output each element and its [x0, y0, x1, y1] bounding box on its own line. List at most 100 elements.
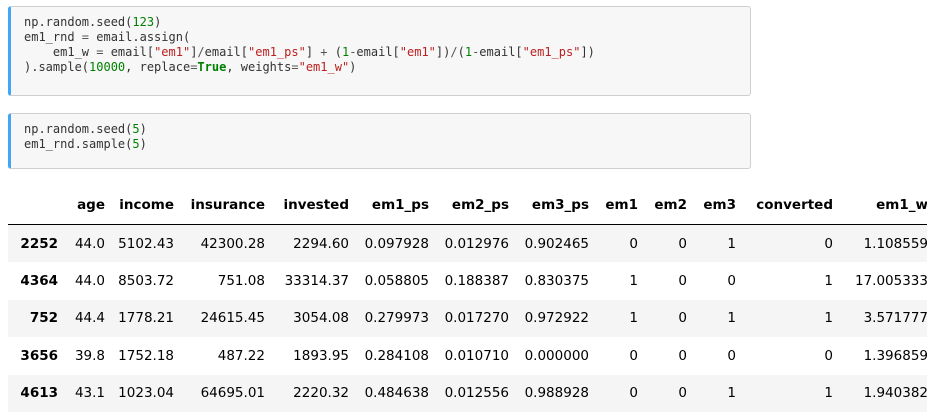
column-header: converted	[741, 186, 838, 225]
table-cell: 0.012976	[444, 235, 509, 252]
table-cell: 1	[629, 310, 638, 327]
code-token: )	[139, 122, 147, 136]
table-cell: 0	[678, 385, 687, 402]
table-row: 3656 39.8 1752.18 487.22 1893.95 0.284108 0.01…	[8, 337, 927, 375]
table-cell: 1	[727, 235, 736, 252]
table-cell: 0.988928	[524, 385, 589, 402]
code-token: email[	[204, 45, 249, 59]
table-cell: 3054.08	[293, 310, 349, 327]
table-cell: 3.571777	[863, 310, 927, 327]
code-token: 10000	[89, 60, 126, 74]
table-cell: 1	[824, 310, 833, 327]
table-row: 4613 43.1 1023.04 64695.01 2220.32 0.484638 0.…	[8, 374, 927, 412]
table-cell: 2294.60	[293, 235, 349, 252]
cell-output: age income insurance invested em1_ps em2_ps em…	[8, 186, 927, 412]
column-header: em2_ps	[434, 186, 514, 225]
code-token: ]	[305, 45, 321, 59]
column-header: em1	[594, 186, 643, 225]
table-cell: 0	[629, 235, 638, 252]
code-token: /	[450, 45, 458, 59]
table-cell: 1778.21	[118, 310, 174, 327]
code-token: )	[154, 15, 162, 29]
code-token: "em1"	[154, 45, 191, 59]
row-index: 4613	[20, 385, 58, 402]
column-header: income	[110, 186, 179, 225]
code-token: 123	[132, 15, 155, 29]
table-cell: 1	[824, 272, 833, 289]
table-cell: 17.005333	[854, 272, 927, 289]
table-cell: 44.0	[74, 272, 105, 289]
table-cell: 0	[824, 347, 833, 364]
row-index: 4364	[20, 272, 58, 289]
table-cell: 0.017270	[444, 310, 509, 327]
code-token: email.assign(	[89, 30, 191, 44]
code-token: )	[349, 60, 357, 74]
code-token: "em1"	[399, 45, 436, 59]
table-cell: 0.097928	[364, 235, 429, 252]
column-header: em1_ps	[354, 186, 434, 225]
code-editor[interactable]: np.random.seed(123) em1_rnd = email.assi…	[11, 7, 750, 75]
code-token: , replace	[125, 60, 191, 74]
table-cell: 24615.45	[200, 310, 265, 327]
table-cell: 44.0	[74, 235, 105, 252]
table-cell: 0.279973	[364, 310, 429, 327]
code-token: (	[457, 45, 465, 59]
code-token: np.random.seed(	[24, 15, 133, 29]
table-cell: 0	[824, 235, 833, 252]
column-header: em3	[692, 186, 741, 225]
table-row: 2252 44.0 5102.43 42300.28 2294.60 0.097928 0.…	[8, 224, 927, 262]
column-header: age	[63, 186, 110, 225]
table-cell: 0	[629, 385, 638, 402]
code-editor[interactable]: np.random.seed(5) em1_rnd.sample(5)	[11, 114, 750, 152]
code-cell-2[interactable]: np.random.seed(5) em1_rnd.sample(5)	[8, 113, 751, 169]
row-index: 3656	[20, 347, 58, 364]
table-cell: 2220.32	[293, 385, 349, 402]
code-token: em1_rnd	[24, 30, 82, 44]
column-header: em1_w	[838, 186, 927, 225]
code-cell-1[interactable]: np.random.seed(123) em1_rnd = email.assi…	[8, 6, 751, 96]
code-token: True	[197, 60, 227, 74]
table-cell: 1.940382	[863, 385, 927, 402]
table-cell: 39.8	[74, 347, 105, 364]
table-cell: 0.188387	[444, 272, 509, 289]
table-cell: 0.284108	[364, 347, 429, 364]
dataframe-table: age income insurance invested em1_ps em2_ps em…	[8, 186, 927, 412]
code-token: email[	[356, 45, 400, 59]
code-token: em1_rnd.sample(	[24, 137, 133, 151]
table-cell: 1	[824, 385, 833, 402]
table-cell: 487.22	[217, 347, 265, 364]
index-header	[8, 186, 63, 225]
table-cell: 751.08	[217, 272, 265, 289]
table-cell: 1.108559	[863, 235, 927, 252]
code-token: em1_w	[24, 45, 97, 59]
code-token: np.random.seed(	[24, 122, 133, 136]
table-header-row: age income insurance invested em1_ps em2_ps em…	[8, 186, 927, 225]
table-cell: 8503.72	[118, 272, 174, 289]
table-cell: 33314.37	[284, 272, 349, 289]
table-cell: 0.830375	[524, 272, 589, 289]
column-header: em3_ps	[514, 186, 594, 225]
code-token: email[	[479, 45, 523, 59]
code-token: /	[197, 45, 205, 59]
code-token: +	[320, 45, 328, 59]
code-token: ).sample(	[24, 60, 90, 74]
table-cell: 5102.43	[118, 235, 174, 252]
row-index: 2252	[20, 235, 58, 252]
table-cell: 0.058805	[364, 272, 429, 289]
table-cell: 0	[678, 235, 687, 252]
table-cell: 1893.95	[293, 347, 349, 364]
code-token: ])	[580, 45, 595, 59]
table-cell: 44.4	[74, 310, 105, 327]
code-token: email[	[103, 45, 155, 59]
table-cell: 64695.01	[200, 385, 265, 402]
table-cell: 1	[727, 310, 736, 327]
table-cell: 43.1	[74, 385, 105, 402]
table-cell: 0	[678, 310, 687, 327]
column-header: em2	[643, 186, 692, 225]
table-cell: 1023.04	[118, 385, 174, 402]
table-cell: 0	[727, 347, 736, 364]
table-cell: 0.902465	[524, 235, 589, 252]
table-cell: 0	[678, 272, 687, 289]
code-token: ])	[435, 45, 451, 59]
column-header: invested	[270, 186, 354, 225]
